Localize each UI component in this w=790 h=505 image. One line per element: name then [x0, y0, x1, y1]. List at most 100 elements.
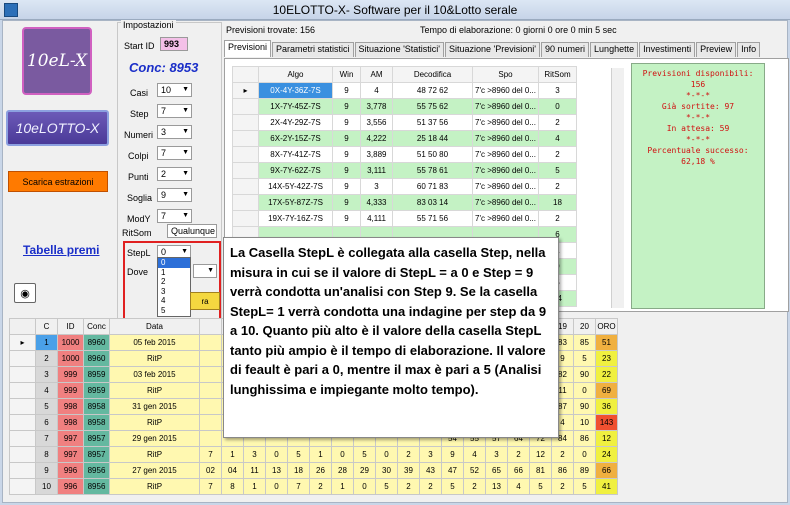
colpi-combo[interactable]: 7 ▼: [157, 146, 192, 160]
step-combo[interactable]: 7 ▼: [157, 104, 192, 118]
cell-number: 0: [573, 382, 596, 399]
table-cell: 14X-5Y-42Z-7S: [258, 178, 333, 195]
col-am[interactable]: AM: [360, 66, 393, 83]
punti-label: Punti: [128, 172, 149, 182]
col-algo[interactable]: Algo: [258, 66, 333, 83]
column-header[interactable]: ID: [57, 318, 84, 335]
tab-investimenti[interactable]: Investimenti: [639, 42, 696, 57]
window-title: 10ELOTTO-X- Software per il 10&Lotto ser…: [272, 3, 518, 17]
tab-preview[interactable]: Preview: [696, 42, 737, 57]
cell-number: [199, 350, 222, 367]
column-header[interactable]: C: [35, 318, 58, 335]
tab-info[interactable]: Info: [737, 42, 761, 57]
row-header[interactable]: [232, 162, 259, 179]
column-header[interactable]: ORO: [595, 318, 618, 335]
stepl-option[interactable]: 2: [158, 277, 190, 287]
stepl-option[interactable]: 5: [158, 306, 190, 316]
table-row[interactable]: 1X-7Y-45Z-7S 9 3,778 55 75 62 7'c >8960 del …: [232, 98, 577, 115]
start-button[interactable]: ra: [190, 292, 220, 310]
cell-number: 0: [573, 446, 596, 463]
row-header[interactable]: [232, 194, 259, 211]
table-row[interactable]: 10 996 8956 RitP 7 8 1 0 7 2 1 0 5 2 2 5 2 13 4 5 2 5 41: [9, 478, 618, 495]
cell-c: 1: [35, 334, 58, 351]
numeri-combo[interactable]: 3 ▼: [157, 125, 192, 139]
col-win[interactable]: Win: [332, 66, 361, 83]
prize-table-link[interactable]: Tabella premi: [23, 243, 99, 257]
soglia-combo[interactable]: 9 ▼: [157, 188, 192, 202]
table-row[interactable]: 19X-7Y-16Z-7S 9 4,111 55 71 56 7'c >8960 del…: [232, 210, 577, 227]
row-header[interactable]: ▸: [232, 82, 259, 99]
ritsom-combo[interactable]: Qualunque: [167, 224, 217, 238]
table-row[interactable]: 2X-4Y-29Z-7S 9 3,556 51 37 56 7'c >8960 del …: [232, 114, 577, 131]
dove-label: Dove: [127, 267, 149, 277]
row-header[interactable]: [9, 382, 36, 399]
table-row[interactable]: ▸ 0X-4Y-36Z-7S 9 4 48 72 62 7'c >8960 del 0..…: [232, 82, 577, 99]
eye-icon[interactable]: ◉: [14, 283, 36, 303]
row-header[interactable]: [9, 446, 36, 463]
row-header[interactable]: [9, 462, 36, 479]
cell-number: 11: [243, 462, 266, 479]
row-header[interactable]: [232, 146, 259, 163]
col-decodifica[interactable]: Decodifica: [392, 66, 473, 83]
table-row[interactable]: 8X-7Y-41Z-7S 9 3,889 51 50 80 7'c >8960 del …: [232, 146, 577, 163]
info-line: 62,18 %: [681, 157, 715, 166]
row-header[interactable]: [232, 98, 259, 115]
row-header[interactable]: [232, 114, 259, 131]
row-header[interactable]: [232, 130, 259, 147]
table-row[interactable]: 14X-5Y-42Z-7S 9 3 60 71 83 7'c >8960 del 0..…: [232, 178, 577, 195]
table-row[interactable]: 8 997 8957 RitP 7 1 3 0 5 1 0 5 0 2 3 9 4 3 2 12 2 0 24: [9, 446, 618, 463]
download-button[interactable]: Scarica estrazioni: [8, 171, 108, 192]
cell-number: 4: [463, 446, 486, 463]
col-ritsom[interactable]: RitSom: [538, 66, 577, 83]
logo-small: 10eL-X: [22, 27, 92, 95]
cell-oro: 41: [595, 478, 618, 495]
tab-previsioni[interactable]: Previsioni: [224, 40, 272, 57]
table-row[interactable]: 6X-2Y-15Z-7S 9 4,222 25 18 44 7'c >8960 del …: [232, 130, 577, 147]
stepl-dropdown[interactable]: 0 1 2 3 4 5: [157, 257, 191, 317]
punti-combo[interactable]: 2 ▼: [157, 167, 192, 181]
dove-combo[interactable]: ▼: [193, 264, 217, 278]
table-row[interactable]: 9X-7Y-62Z-7S 9 3,111 55 78 61 7'c >8960 del …: [232, 162, 577, 179]
casi-combo[interactable]: 10 ▼: [157, 83, 192, 97]
start-id-input[interactable]: 993: [160, 37, 188, 51]
cell-number: 1: [331, 478, 354, 495]
cell-number: 3: [243, 446, 266, 463]
cell-c: 3: [35, 366, 58, 383]
row-header[interactable]: [9, 398, 36, 415]
tab-90-numeri[interactable]: 90 numeri: [541, 42, 590, 57]
table-row[interactable]: 17X-5Y-87Z-7S 9 4,333 83 03 14 7'c >8960 del…: [232, 194, 577, 211]
info-line: Già sortite: 97: [661, 102, 735, 111]
column-header[interactable]: [199, 318, 222, 335]
cell-conc: 8958: [83, 414, 110, 431]
row-header[interactable]: ▸: [9, 334, 36, 351]
punti-value: 2: [161, 169, 167, 179]
column-header[interactable]: Conc: [83, 318, 110, 335]
row-header[interactable]: [232, 210, 259, 227]
column-header[interactable]: Data: [109, 318, 200, 335]
col-spo[interactable]: Spo: [472, 66, 539, 83]
scrollbar[interactable]: [611, 68, 624, 308]
row-header[interactable]: [232, 178, 259, 195]
row-header[interactable]: [9, 366, 36, 383]
tab-sit-previsioni[interactable]: Situazione 'Previsioni': [445, 42, 541, 57]
row-header[interactable]: [9, 478, 36, 495]
tab-parametri[interactable]: Parametri statistici: [272, 42, 354, 57]
mody-combo[interactable]: 7 ▼: [157, 209, 192, 223]
stepl-option[interactable]: 4: [158, 296, 190, 306]
cell-id: 998: [57, 414, 84, 431]
column-header[interactable]: 20: [573, 318, 596, 335]
row-header[interactable]: [9, 414, 36, 431]
step-label: Step: [130, 109, 149, 119]
row-header[interactable]: [9, 350, 36, 367]
tab-lunghette[interactable]: Lunghette: [590, 42, 639, 57]
stepl-option[interactable]: 3: [158, 287, 190, 297]
cell-number: 3: [419, 446, 442, 463]
cell-oro: 22: [595, 366, 618, 383]
row-header-corner: [9, 318, 36, 335]
tab-bar: Previsioni Parametri statistici Situazio…: [224, 40, 761, 58]
tab-sit-statistici[interactable]: Situazione 'Statistici': [354, 42, 445, 57]
row-header[interactable]: [9, 430, 36, 447]
table-row[interactable]: 9 996 8956 27 gen 2015 02 04 11 13 18 26 28 29 30 39 4…: [9, 462, 618, 479]
stepl-option[interactable]: 1: [158, 268, 190, 278]
stepl-option[interactable]: 0: [158, 258, 190, 268]
